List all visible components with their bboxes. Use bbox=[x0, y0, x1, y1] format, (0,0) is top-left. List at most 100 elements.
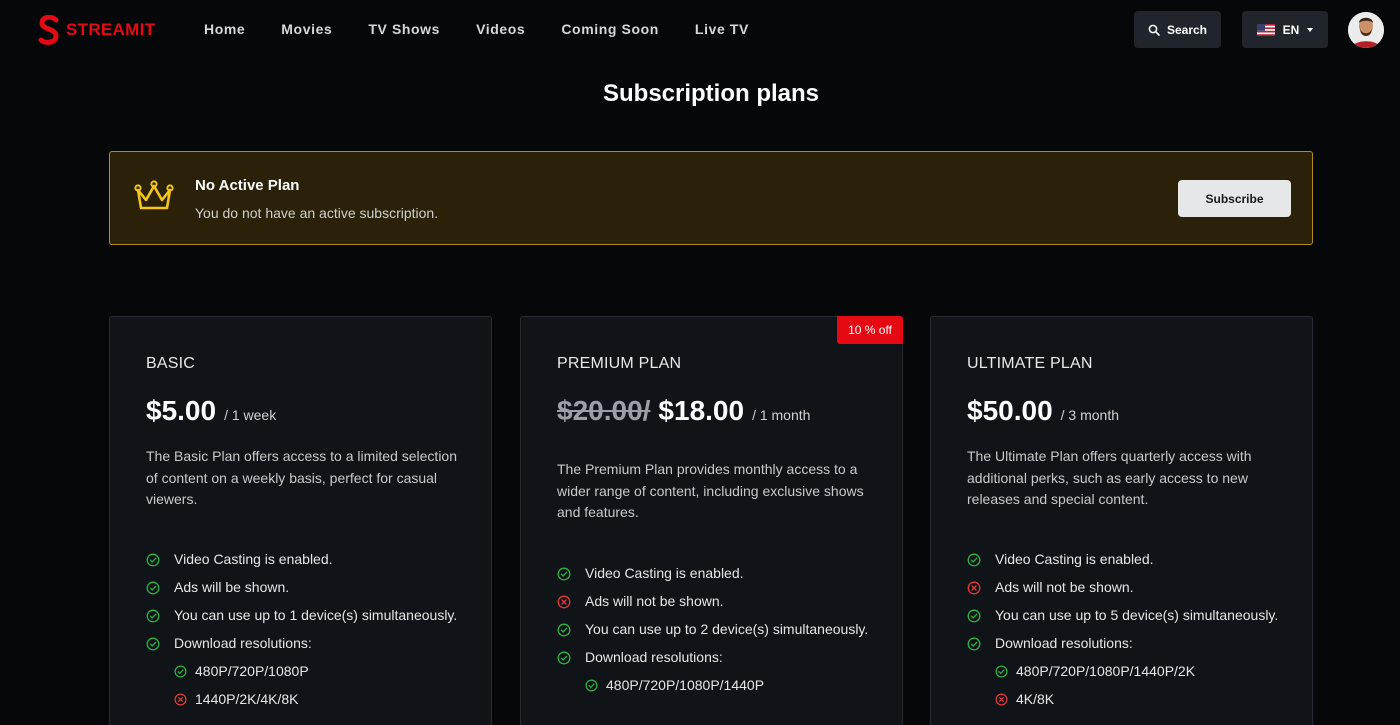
user-avatar-icon bbox=[1348, 12, 1384, 48]
feature-list: Video Casting is enabled. Ads will not be… bbox=[967, 549, 1287, 717]
check-circle-icon bbox=[557, 567, 571, 581]
feature-text: Ads will be shown. bbox=[174, 579, 290, 595]
check-circle-icon bbox=[585, 679, 598, 692]
x-circle-icon bbox=[174, 693, 187, 706]
feature-text: Video Casting is enabled. bbox=[585, 565, 744, 581]
plan-period: / 1 week bbox=[224, 407, 277, 423]
x-circle-icon bbox=[967, 581, 981, 595]
search-icon bbox=[1148, 24, 1160, 36]
active-plan-title: No Active Plan bbox=[195, 177, 300, 194]
plan-price: $5.00 bbox=[146, 395, 217, 426]
feature-text: Ads will not be shown. bbox=[585, 593, 724, 609]
nav-tv-shows[interactable]: TV Shows bbox=[368, 21, 440, 37]
us-flag-icon bbox=[1256, 23, 1275, 36]
crown-icon bbox=[134, 180, 174, 210]
plan-price: $18.00 bbox=[658, 395, 745, 426]
plan-price: $50.00 bbox=[967, 395, 1053, 426]
resolution-text: 480P/720P/1080P bbox=[195, 663, 309, 679]
feature-item: You can use up to 2 device(s) simultaneo… bbox=[557, 619, 877, 641]
chevron-down-icon bbox=[1307, 27, 1314, 32]
plan-card-premium[interactable]: 10 % off PREMIUM PLAN $20.00/ $18.00 / 1… bbox=[520, 316, 903, 725]
feature-item: You can use up to 5 device(s) simultaneo… bbox=[967, 605, 1287, 627]
feature-list: Video Casting is enabled. Ads will be sho… bbox=[146, 549, 466, 717]
feature-item: Ads will be shown. bbox=[146, 577, 466, 599]
feature-item: Download resolutions: bbox=[146, 633, 466, 655]
check-circle-icon bbox=[174, 665, 187, 678]
check-circle-icon bbox=[995, 665, 1008, 678]
avatar[interactable] bbox=[1348, 12, 1384, 48]
feature-text: You can use up to 5 device(s) simultaneo… bbox=[995, 607, 1279, 623]
plan-name: PREMIUM PLAN bbox=[557, 355, 682, 372]
nav-videos[interactable]: Videos bbox=[476, 21, 525, 37]
resolution-text: 1440P/2K/4K/8K bbox=[195, 691, 299, 707]
feature-item: Video Casting is enabled. bbox=[967, 549, 1287, 571]
plan-price-row: $5.00 / 1 week bbox=[146, 395, 276, 427]
search-label: Search bbox=[1166, 22, 1208, 37]
nav-movies[interactable]: Movies bbox=[281, 21, 332, 37]
active-plan-banner: No Active Plan You do not have an active… bbox=[109, 151, 1313, 245]
resolution-item: 480P/720P/1080P bbox=[174, 661, 466, 682]
plan-card-basic[interactable]: BASIC $5.00 / 1 week The Basic Plan offe… bbox=[109, 316, 492, 725]
main-nav: Home Movies TV Shows Videos Coming Soon … bbox=[204, 21, 785, 37]
feature-text: Download resolutions: bbox=[174, 635, 312, 651]
check-circle-icon bbox=[557, 623, 571, 637]
nav-home[interactable]: Home bbox=[204, 21, 245, 37]
logo-text: STREAMIT bbox=[66, 20, 156, 39]
feature-item: Ads will not be shown. bbox=[557, 591, 877, 613]
resolution-item: 4K/8K bbox=[995, 689, 1287, 710]
plan-price-row: $50.00 / 3 month bbox=[967, 395, 1119, 427]
feature-text: You can use up to 1 device(s) simultaneo… bbox=[174, 607, 458, 623]
plan-period: / 1 month bbox=[752, 407, 811, 423]
feature-list: Video Casting is enabled. Ads will not be… bbox=[557, 563, 877, 703]
language-selector[interactable]: EN bbox=[1242, 11, 1328, 48]
feature-item: Download resolutions: bbox=[557, 647, 877, 669]
x-circle-icon bbox=[995, 693, 1008, 706]
resolution-item: 1440P/2K/4K/8K bbox=[174, 689, 466, 710]
plan-description: The Basic Plan offers access to a limite… bbox=[146, 448, 458, 507]
check-circle-icon bbox=[967, 637, 981, 651]
resolution-item: 480P/720P/1080P/1440P/2K bbox=[995, 661, 1287, 682]
feature-text: Download resolutions: bbox=[995, 635, 1133, 651]
feature-item: Ads will not be shown. bbox=[967, 577, 1287, 599]
search-button[interactable]: Search bbox=[1134, 11, 1221, 48]
feature-item: Download resolutions: bbox=[967, 633, 1287, 655]
x-circle-icon bbox=[557, 595, 571, 609]
check-circle-icon bbox=[557, 651, 571, 665]
language-label: EN bbox=[1282, 22, 1300, 37]
check-circle-icon bbox=[967, 553, 981, 567]
top-header: STREAMIT Home Movies TV Shows Videos Com… bbox=[0, 0, 1400, 60]
feature-item: Video Casting is enabled. bbox=[557, 563, 877, 585]
feature-item: Video Casting is enabled. bbox=[146, 549, 466, 571]
logo[interactable]: STREAMIT bbox=[38, 15, 155, 45]
nav-live-tv[interactable]: Live TV bbox=[695, 21, 749, 37]
nav-coming-soon[interactable]: Coming Soon bbox=[561, 21, 659, 37]
active-plan-text: You do not have an active subscription. bbox=[195, 205, 439, 221]
page-title: Subscription plans bbox=[602, 80, 820, 107]
discount-badge: 10 % off bbox=[837, 316, 903, 344]
resolution-text: 4K/8K bbox=[1016, 691, 1055, 707]
resolution-item: 480P/720P/1080P/1440P bbox=[585, 675, 877, 696]
plan-old-price: $20.00/ bbox=[557, 395, 651, 426]
resolution-text: 480P/720P/1080P/1440P bbox=[606, 677, 765, 693]
feature-text: Video Casting is enabled. bbox=[174, 551, 333, 567]
plan-description: The Ultimate Plan offers quarterly acces… bbox=[967, 448, 1252, 507]
plan-price-row: $20.00/ $18.00 / 1 month bbox=[557, 395, 810, 427]
plan-card-ultimate[interactable]: ULTIMATE PLAN $50.00 / 3 month The Ultim… bbox=[930, 316, 1313, 725]
logo-icon bbox=[38, 15, 59, 45]
plan-name: ULTIMATE PLAN bbox=[967, 355, 1093, 372]
plan-description: The Premium Plan provides monthly access… bbox=[557, 461, 864, 520]
check-circle-icon bbox=[146, 581, 160, 595]
check-circle-icon bbox=[146, 609, 160, 623]
feature-text: You can use up to 2 device(s) simultaneo… bbox=[585, 621, 869, 637]
feature-text: Video Casting is enabled. bbox=[995, 551, 1154, 567]
check-circle-icon bbox=[967, 609, 981, 623]
check-circle-icon bbox=[146, 637, 160, 651]
plan-name: BASIC bbox=[146, 355, 196, 372]
resolution-text: 480P/720P/1080P/1440P/2K bbox=[1016, 663, 1196, 679]
feature-text: Download resolutions: bbox=[585, 649, 723, 665]
feature-text: Ads will not be shown. bbox=[995, 579, 1134, 595]
plan-period: / 3 month bbox=[1060, 407, 1120, 423]
check-circle-icon bbox=[146, 553, 160, 567]
subscribe-button[interactable]: Subscribe bbox=[1178, 180, 1291, 217]
feature-item: You can use up to 1 device(s) simultaneo… bbox=[146, 605, 466, 627]
